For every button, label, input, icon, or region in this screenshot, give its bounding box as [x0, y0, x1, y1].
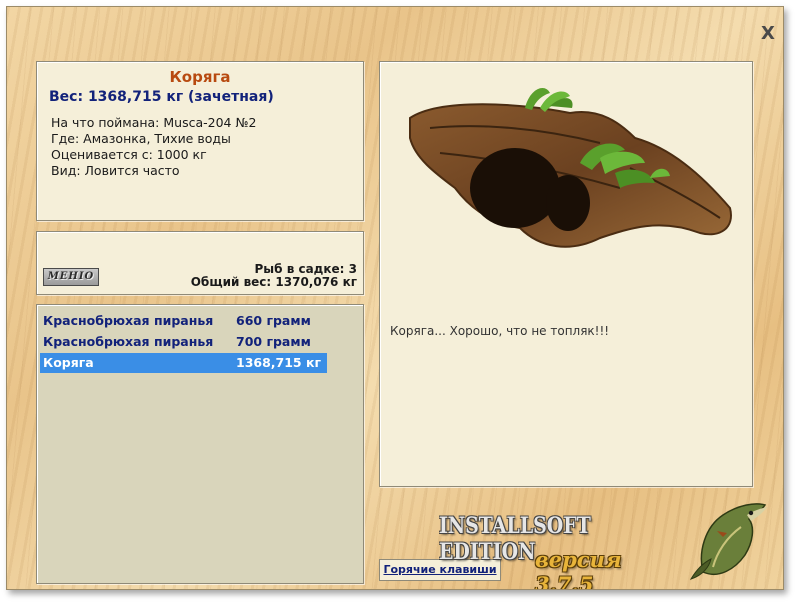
fish-info-panel: Коряга Вес: 1368,715 кг (зачетная) На чт… [36, 61, 364, 221]
close-icon: X [761, 23, 775, 44]
fish-detail-rating: Оценивается с: 1000 кг [51, 147, 207, 162]
fish-count: Рыб в садке: 3 [254, 262, 358, 276]
catch-list-item-selected[interactable]: Коряга 1368,715 кг [40, 353, 327, 373]
close-button[interactable]: X [757, 23, 779, 45]
driftwood-image [409, 88, 732, 248]
catch-name: Коряга [43, 355, 94, 370]
fish-weight: Вес: 1368,715 кг (зачетная) [49, 89, 274, 105]
fish-description: Коряга... Хорошо, что не топляк!!! [390, 324, 610, 338]
game-window: X Коряга Вес: 1368,715 кг (зачетная) На … [6, 6, 784, 590]
menu-button[interactable]: MEHIO [43, 268, 99, 286]
catch-name: Краснобрюхая пиранья [43, 313, 214, 328]
catch-weight: 1368,715 кг [236, 355, 321, 370]
keepnet-panel: MEHIO Рыб в садке: 3 Общий вес: 1370,076… [36, 231, 364, 295]
preview-panel: Коряга... Хорошо, что не топляк!!! [379, 61, 753, 487]
catch-name: Краснобрюхая пиранья [43, 334, 214, 349]
catch-list-item[interactable]: Краснобрюхая пиранья 660 грамм [40, 311, 327, 331]
catch-weight: 700 грамм [236, 334, 311, 349]
catch-list: Краснобрюхая пиранья 660 грамм Краснобрю… [36, 304, 364, 584]
fish-title: Коряга [169, 68, 231, 86]
catch-list-item[interactable]: Краснобрюхая пиранья 700 грамм [40, 332, 327, 352]
fish-detail-bait: На что поймана: Musca-204 №2 [51, 115, 257, 130]
pike-fish-icon [689, 503, 767, 580]
version-label: версия 3.7.5 [535, 547, 622, 590]
fish-details: На что поймана: Musca-204 №2 Где: Амазон… [37, 115, 363, 179]
total-weight: Общий вес: 1370,076 кг [190, 275, 357, 289]
fish-detail-type: Вид: Ловится часто [51, 163, 180, 178]
fish-detail-location: Где: Амазонка, Тихие воды [51, 131, 231, 146]
catch-weight: 660 грамм [236, 313, 311, 328]
